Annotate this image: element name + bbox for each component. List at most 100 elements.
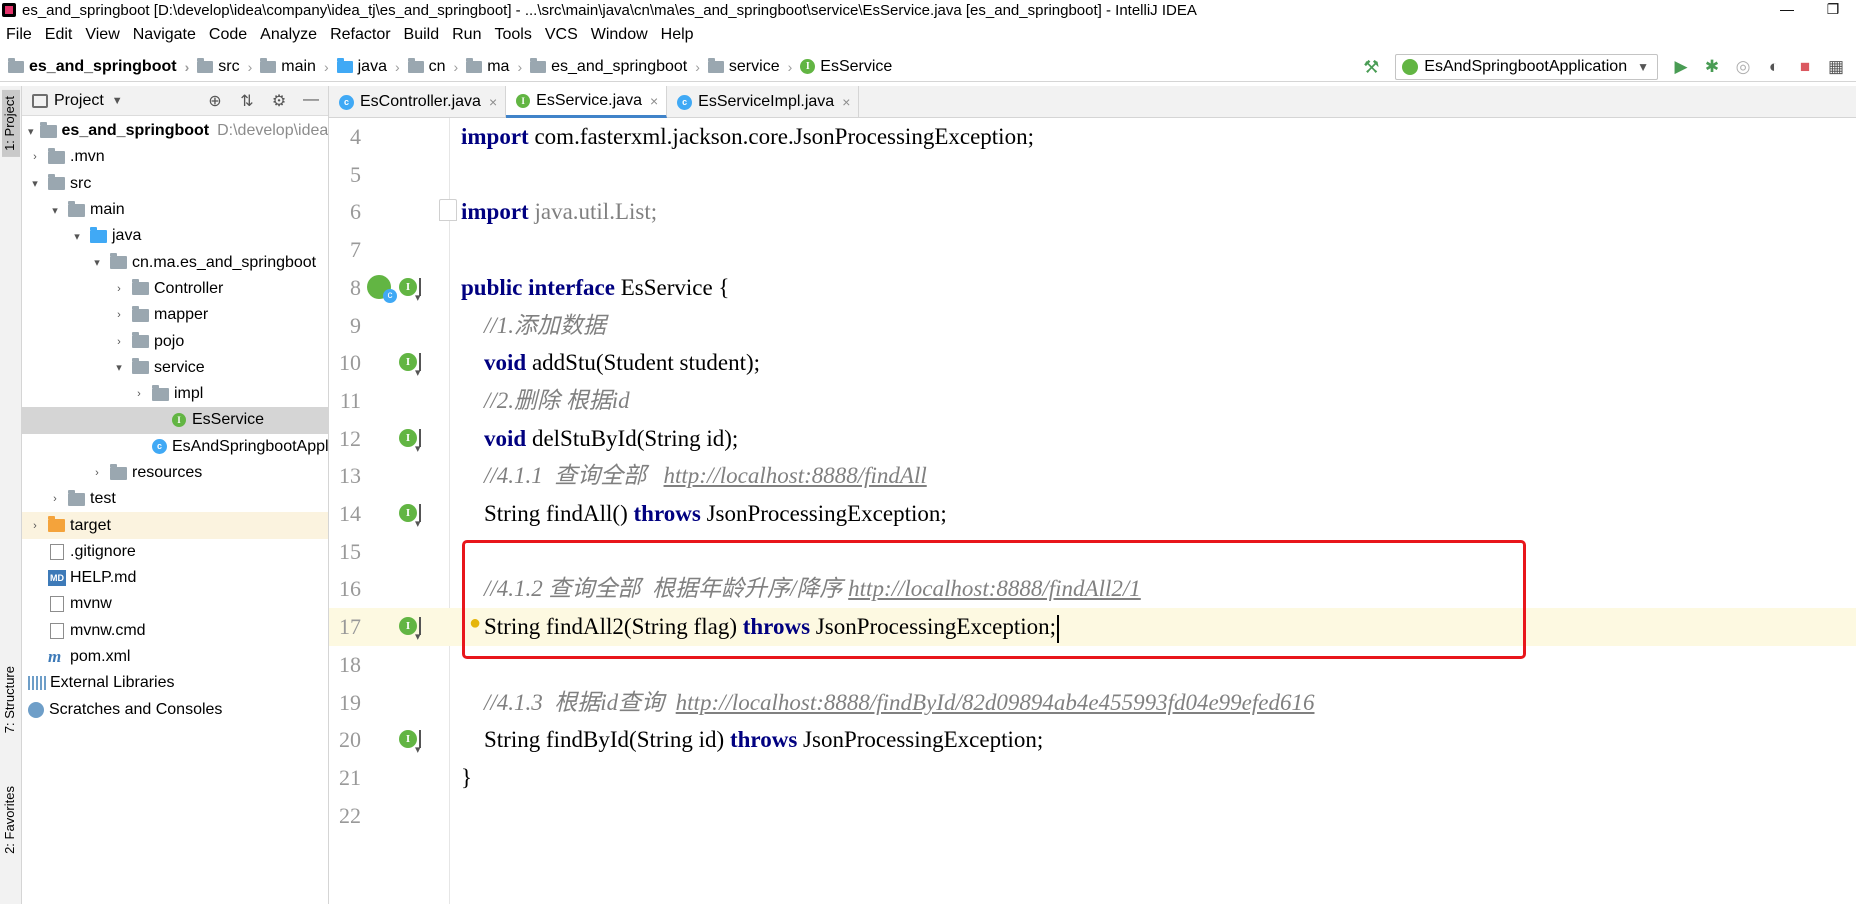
minimize-button[interactable]: —	[1764, 0, 1810, 20]
breadcrumb-java[interactable]: java ›	[336, 57, 400, 76]
menu-help[interactable]: Help	[661, 26, 694, 44]
code-line[interactable]: 13 //4.1.1 查询全部 http://localhost:8888/fi…	[329, 457, 1856, 495]
code-text[interactable]: //4.1.3 根据id查询 http://localhost:8888/fin…	[461, 684, 1314, 722]
tab-esserviceimpl[interactable]: c EsServiceImpl.java ×	[667, 86, 860, 118]
chevron-right-icon[interactable]: ›	[90, 467, 104, 479]
code-text[interactable]: String findById(String id) throws JsonPr…	[461, 721, 1043, 759]
stop-icon[interactable]: ■	[1794, 56, 1816, 78]
navigate-down-icon[interactable]	[415, 504, 429, 530]
breadcrumb-ma[interactable]: ma ›	[466, 57, 522, 76]
tab-esservice[interactable]: I EsService.java ×	[506, 86, 668, 118]
chevron-down-icon[interactable]: ▾	[90, 256, 104, 269]
tree-item-mvnw-cmd[interactable]: mvnw.cmd	[22, 618, 328, 644]
tab-project-toolwindow[interactable]: 1: Project	[2, 90, 20, 157]
code-line[interactable]: 19 //4.1.3 根据id查询 http://localhost:8888/…	[329, 684, 1856, 722]
menu-vcs[interactable]: VCS	[545, 26, 578, 44]
navigate-down-icon[interactable]	[415, 428, 429, 455]
run-configuration-select[interactable]: EsAndSpringbootApplication ▼	[1395, 54, 1658, 80]
code-line[interactable]: 8 I public interface EsService {	[329, 269, 1856, 307]
tree-item-target[interactable]: › target	[22, 512, 328, 539]
tab-structure-toolwindow[interactable]: 7: Structure	[2, 666, 17, 733]
tree-item-test[interactable]: › test	[22, 486, 328, 512]
comment-link[interactable]: http://localhost:8888/findAll2/1	[848, 576, 1141, 601]
chevron-down-icon[interactable]: ▾	[70, 230, 84, 243]
close-icon[interactable]: ×	[489, 94, 497, 110]
code-text[interactable]: void delStuById(String id);	[461, 420, 738, 458]
chevron-down-icon[interactable]: ▾	[112, 361, 126, 374]
tree-item-impl[interactable]: › impl	[22, 381, 328, 407]
code-line[interactable]: 18	[329, 646, 1856, 684]
breadcrumb-project[interactable]: es_and_springboot ›	[8, 57, 189, 76]
code-line[interactable]: 16 //4.1.2 查询全部 根据年龄升序/降序 http://localho…	[329, 570, 1856, 608]
implemented-by-icon[interactable]	[367, 274, 397, 303]
tree-item-gitignore[interactable]: .gitignore	[22, 539, 328, 565]
tree-item-package[interactable]: ▾ cn.ma.es_and_springboot	[22, 249, 328, 275]
code-comment[interactable]: //1.添加数据	[461, 307, 606, 345]
code-line[interactable]: 14 I String findAll() throws JsonProcess…	[329, 495, 1856, 533]
tree-item-application[interactable]: c EsAndSpringbootApplication	[22, 434, 328, 460]
code-line[interactable]: 11 //2.删除 根据id	[329, 382, 1856, 420]
locate-icon[interactable]: ⊕	[204, 91, 226, 111]
close-icon[interactable]: ×	[650, 93, 658, 109]
hide-icon[interactable]: —	[300, 91, 322, 111]
code-line[interactable]: 15	[329, 533, 1856, 571]
navigate-down-icon[interactable]	[415, 277, 429, 304]
code-line[interactable]: 6 import java.util.List;	[329, 193, 1856, 231]
tree-item-src[interactable]: ▾ src	[22, 171, 328, 197]
restore-button[interactable]: ❐	[1810, 0, 1856, 20]
tree-item-resources[interactable]: › resources	[22, 460, 328, 486]
breadcrumb-cn[interactable]: cn ›	[407, 57, 458, 76]
code-text[interactable]: public interface EsService {	[461, 269, 729, 307]
tree-item-scratches[interactable]: Scratches and Consoles	[22, 697, 328, 723]
comment-link[interactable]: http://localhost:8888/findAll	[664, 463, 927, 488]
chevron-down-icon[interactable]: ▾	[28, 125, 34, 138]
tab-escontroller[interactable]: c EsController.java ×	[329, 86, 507, 118]
code-text[interactable]: String findAll() throws JsonProcessingEx…	[461, 495, 947, 533]
chevron-down-icon[interactable]: ▾	[28, 177, 42, 190]
tree-item-mapper[interactable]: › mapper	[22, 302, 328, 328]
chevron-right-icon[interactable]: ›	[112, 336, 126, 348]
tree-item-service[interactable]: ▾ service	[22, 355, 328, 381]
chevron-right-icon[interactable]: ›	[28, 520, 42, 532]
fold-marker-icon[interactable]	[439, 199, 457, 222]
chevron-down-icon[interactable]: ▾	[48, 204, 62, 217]
menu-navigate[interactable]: Navigate	[133, 26, 196, 44]
menu-tools[interactable]: Tools	[494, 26, 531, 44]
code-comment[interactable]: //2.删除 根据id	[461, 382, 630, 420]
comment-link[interactable]: http://localhost:8888/findById/82d09894a…	[676, 690, 1315, 715]
tree-item-project-root[interactable]: ▾ es_and_springboot D:\develop\idea\c	[22, 118, 328, 144]
code-text[interactable]: import java.util.List;	[461, 193, 657, 231]
code-line[interactable]: 21 }	[329, 759, 1856, 797]
tree-item-controller[interactable]: › Controller	[22, 276, 328, 302]
code-line[interactable]: 7	[329, 231, 1856, 269]
project-structure-icon[interactable]: ▦	[1825, 56, 1847, 78]
code-line[interactable]: 9 //1.添加数据	[329, 307, 1856, 345]
chevron-right-icon[interactable]: ›	[28, 151, 42, 163]
tab-favorites-toolwindow[interactable]: 2: Favorites	[2, 786, 17, 854]
code-line[interactable]: 12 I void delStuById(String id);	[329, 420, 1856, 458]
profile-icon[interactable]: ◐	[1763, 56, 1785, 78]
chevron-right-icon[interactable]: ›	[48, 493, 62, 505]
code-text[interactable]: }	[461, 759, 472, 797]
code-text[interactable]: import com.fasterxml.jackson.core.JsonPr…	[461, 118, 1034, 156]
chevron-right-icon[interactable]: ›	[112, 283, 126, 295]
code-line[interactable]: 20 I String findById(String id) throws J…	[329, 721, 1856, 759]
breadcrumb-esservice[interactable]: I EsService	[800, 58, 892, 76]
tree-item-pojo[interactable]: › pojo	[22, 328, 328, 354]
close-icon[interactable]: ×	[842, 94, 850, 110]
tree-item-main[interactable]: ▾ main	[22, 197, 328, 223]
menu-refactor[interactable]: Refactor	[330, 26, 390, 44]
menu-edit[interactable]: Edit	[45, 26, 73, 44]
code-text[interactable]: //4.1.2 查询全部 根据年龄升序/降序 http://localhost:…	[461, 570, 1141, 608]
chevron-right-icon[interactable]: ›	[132, 388, 146, 400]
project-panel-title[interactable]: Project	[54, 92, 104, 110]
breadcrumb-es-and-springboot[interactable]: es_and_springboot ›	[530, 57, 700, 76]
build-hammer-icon[interactable]: ⚒	[1361, 57, 1381, 77]
tree-item-esservice[interactable]: I EsService	[22, 407, 328, 434]
gear-icon[interactable]: ⚙	[268, 91, 290, 111]
tree-item-external-libraries[interactable]: External Libraries	[22, 670, 328, 696]
navigate-down-icon[interactable]	[415, 617, 429, 643]
code-text[interactable]: String findAll2(String flag) throws Json…	[461, 608, 1059, 646]
breadcrumb-main[interactable]: main ›	[260, 57, 329, 76]
tree-item-pom-xml[interactable]: m pom.xml	[22, 644, 328, 670]
